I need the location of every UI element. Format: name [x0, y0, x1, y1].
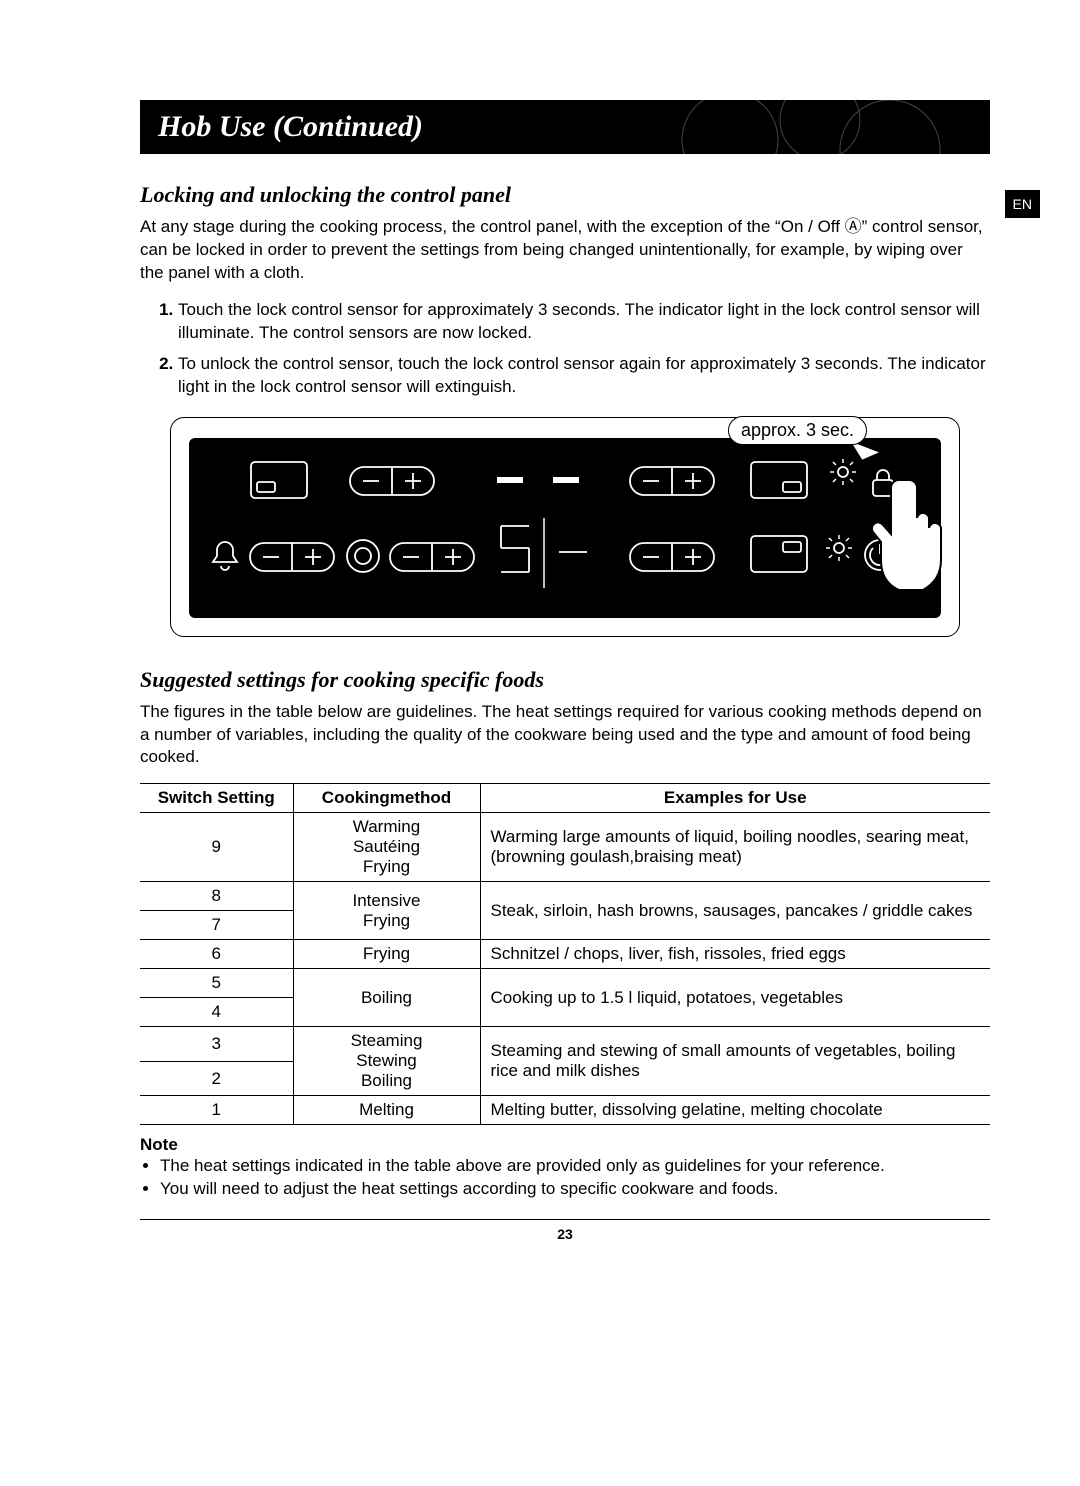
- cell-setting: 6: [140, 940, 293, 969]
- note-heading: Note: [140, 1135, 990, 1155]
- language-tab: EN: [1005, 190, 1040, 218]
- zone-indicator-icon: [249, 460, 309, 500]
- cell-method: Warming Sautéing Frying: [293, 813, 480, 882]
- callout-text: approx. 3 sec.: [741, 420, 854, 440]
- table-row: 9 Warming Sautéing Frying Warming large …: [140, 813, 990, 882]
- cell-example: Melting butter, dissolving gelatine, mel…: [480, 1096, 990, 1125]
- table-row: 8 Intensive Frying Steak, sirloin, hash …: [140, 882, 990, 911]
- notes-list: The heat settings indicated in the table…: [140, 1155, 990, 1201]
- minus-plus-control-icon: [349, 466, 435, 496]
- dual-ring-icon: [345, 538, 381, 574]
- footer-rule: [140, 1219, 990, 1220]
- list-item: To unlock the control sensor, touch the …: [178, 353, 990, 399]
- section1-intro: At any stage during the cooking process,…: [140, 216, 990, 285]
- cell-setting: 8: [140, 882, 293, 911]
- table-header: Examples for Use: [480, 784, 990, 813]
- cell-method: Boiling: [293, 969, 480, 1027]
- timer-display-icon: [479, 458, 599, 502]
- table-row: 3 Steaming Stewing Boiling Steaming and …: [140, 1027, 990, 1062]
- table-header: Switch Setting: [140, 784, 293, 813]
- locking-steps-list: Touch the lock control sensor for approx…: [140, 299, 990, 399]
- bell-icon: [209, 538, 241, 574]
- cell-example: Cooking up to 1.5 l liquid, potatoes, ve…: [480, 969, 990, 1027]
- table-row: 5 Boiling Cooking up to 1.5 l liquid, po…: [140, 969, 990, 998]
- cell-example: Steak, sirloin, hash browns, sausages, p…: [480, 882, 990, 940]
- language-tab-label: EN: [1013, 196, 1032, 212]
- control-panel-figure: approx. 3 sec.: [170, 417, 960, 637]
- cell-example: Steaming and stewing of small amounts of…: [480, 1027, 990, 1096]
- minus-plus-control-icon: [249, 542, 335, 572]
- cell-setting: 5: [140, 969, 293, 998]
- list-item: You will need to adjust the heat setting…: [160, 1178, 990, 1201]
- page-title-bar: Hob Use (Continued): [140, 100, 990, 154]
- zone-indicator-icon: [749, 460, 809, 500]
- control-panel-graphic: [189, 438, 941, 618]
- sun-icon: [829, 458, 857, 486]
- finger-press-icon: [869, 478, 949, 598]
- list-item: Touch the lock control sensor for approx…: [178, 299, 990, 345]
- cell-method: Melting: [293, 1096, 480, 1125]
- cell-example: Schnitzel / chops, liver, fish, rissoles…: [480, 940, 990, 969]
- table-row: 6 Frying Schnitzel / chops, liver, fish,…: [140, 940, 990, 969]
- minus-plus-control-icon: [629, 542, 715, 572]
- cell-example: Warming large amounts of liquid, boiling…: [480, 813, 990, 882]
- section2-intro: The figures in the table below are guide…: [140, 701, 990, 770]
- table-header: Cookingmethod: [293, 784, 480, 813]
- section-heading-settings: Suggested settings for cooking specific …: [140, 667, 990, 693]
- callout-bubble: approx. 3 sec.: [728, 416, 867, 445]
- cell-method: Intensive Frying: [293, 882, 480, 940]
- list-item: The heat settings indicated in the table…: [160, 1155, 990, 1178]
- minus-plus-control-icon: [629, 466, 715, 496]
- segment-display-icon: [489, 518, 599, 588]
- sun-icon: [825, 534, 853, 562]
- page-number: 23: [140, 1226, 990, 1242]
- settings-table: Switch Setting Cookingmethod Examples fo…: [140, 783, 990, 1125]
- cell-setting: 9: [140, 813, 293, 882]
- title-ornament-icon: [650, 100, 950, 154]
- cell-setting: 2: [140, 1061, 293, 1096]
- page-title: Hob Use (Continued): [158, 110, 423, 143]
- zone-indicator-icon: [749, 534, 809, 574]
- cell-method: Frying: [293, 940, 480, 969]
- cell-setting: 4: [140, 998, 293, 1027]
- cell-setting: 1: [140, 1096, 293, 1125]
- minus-plus-control-icon: [389, 542, 475, 572]
- cell-setting: 3: [140, 1027, 293, 1062]
- section-heading-locking: Locking and unlocking the control panel: [140, 182, 990, 208]
- table-row: 1 Melting Melting butter, dissolving gel…: [140, 1096, 990, 1125]
- cell-method: Steaming Stewing Boiling: [293, 1027, 480, 1096]
- cell-setting: 7: [140, 911, 293, 940]
